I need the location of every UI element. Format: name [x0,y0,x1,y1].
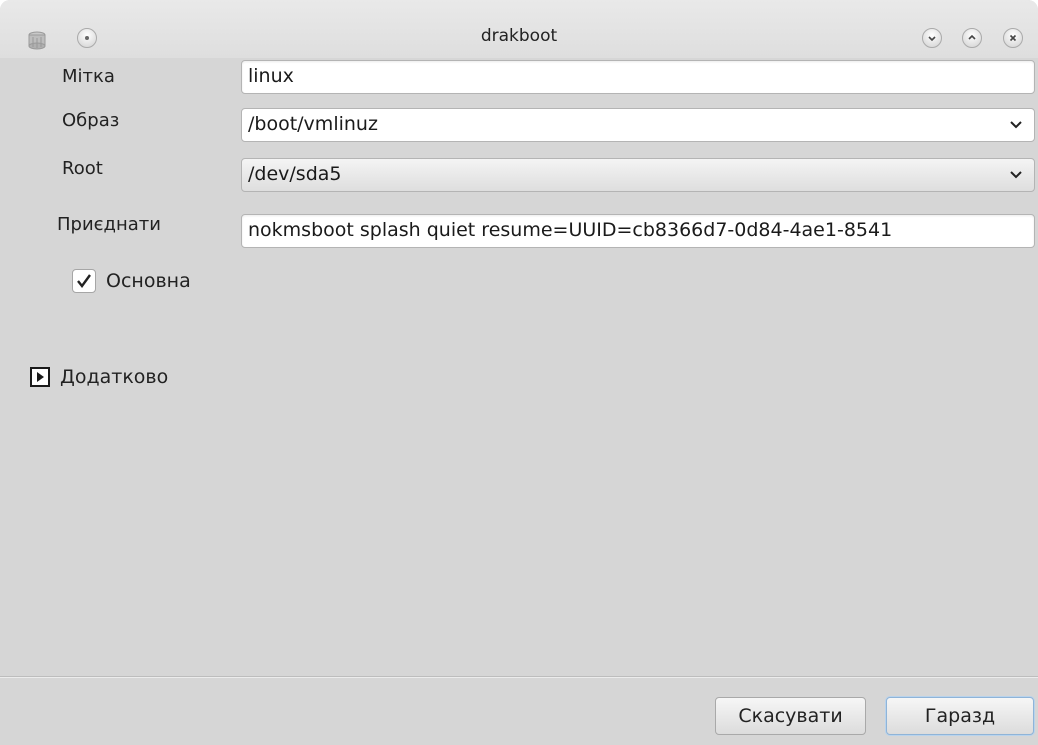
append-input[interactable]: nokmsboot splash quiet resume=UUID=cb836… [241,214,1035,248]
checkmark-icon [77,274,91,288]
default-checkbox-row[interactable]: Основна [72,269,191,293]
ok-button[interactable]: Гаразд [886,697,1034,735]
cancel-button[interactable]: Скасувати [715,697,866,735]
image-field-label: Образ [62,110,120,131]
maximize-icon[interactable] [962,28,982,48]
window-title: drakboot [480,26,558,46]
close-icon[interactable] [1003,28,1023,48]
drakboot-window: drakboot Мітка linux Образ /boot/vmlinuz… [0,0,1038,745]
root-combo[interactable]: /dev/sda5 [241,158,1035,192]
default-checkbox[interactable] [72,269,96,293]
chevron-down-icon [1010,171,1022,179]
default-checkbox-label: Основна [106,270,191,292]
expander-arrow-icon[interactable] [30,367,50,387]
chevron-down-icon[interactable] [1008,117,1024,133]
root-combo-value: /dev/sda5 [248,163,342,185]
title-bar[interactable]: drakboot [0,0,1038,58]
button-separator [0,676,1038,678]
minimize-icon[interactable] [922,28,942,48]
label-field-label: Мітка [62,66,115,87]
image-combo[interactable]: /boot/vmlinuz [241,108,1035,142]
root-field-label: Root [62,158,103,179]
append-field-label: Приєднати [57,214,161,235]
advanced-expander[interactable]: Додатково [30,366,168,388]
image-combo-value: /boot/vmlinuz [248,113,378,135]
advanced-expander-label: Додатково [60,366,169,388]
label-input[interactable]: linux [241,60,1035,94]
